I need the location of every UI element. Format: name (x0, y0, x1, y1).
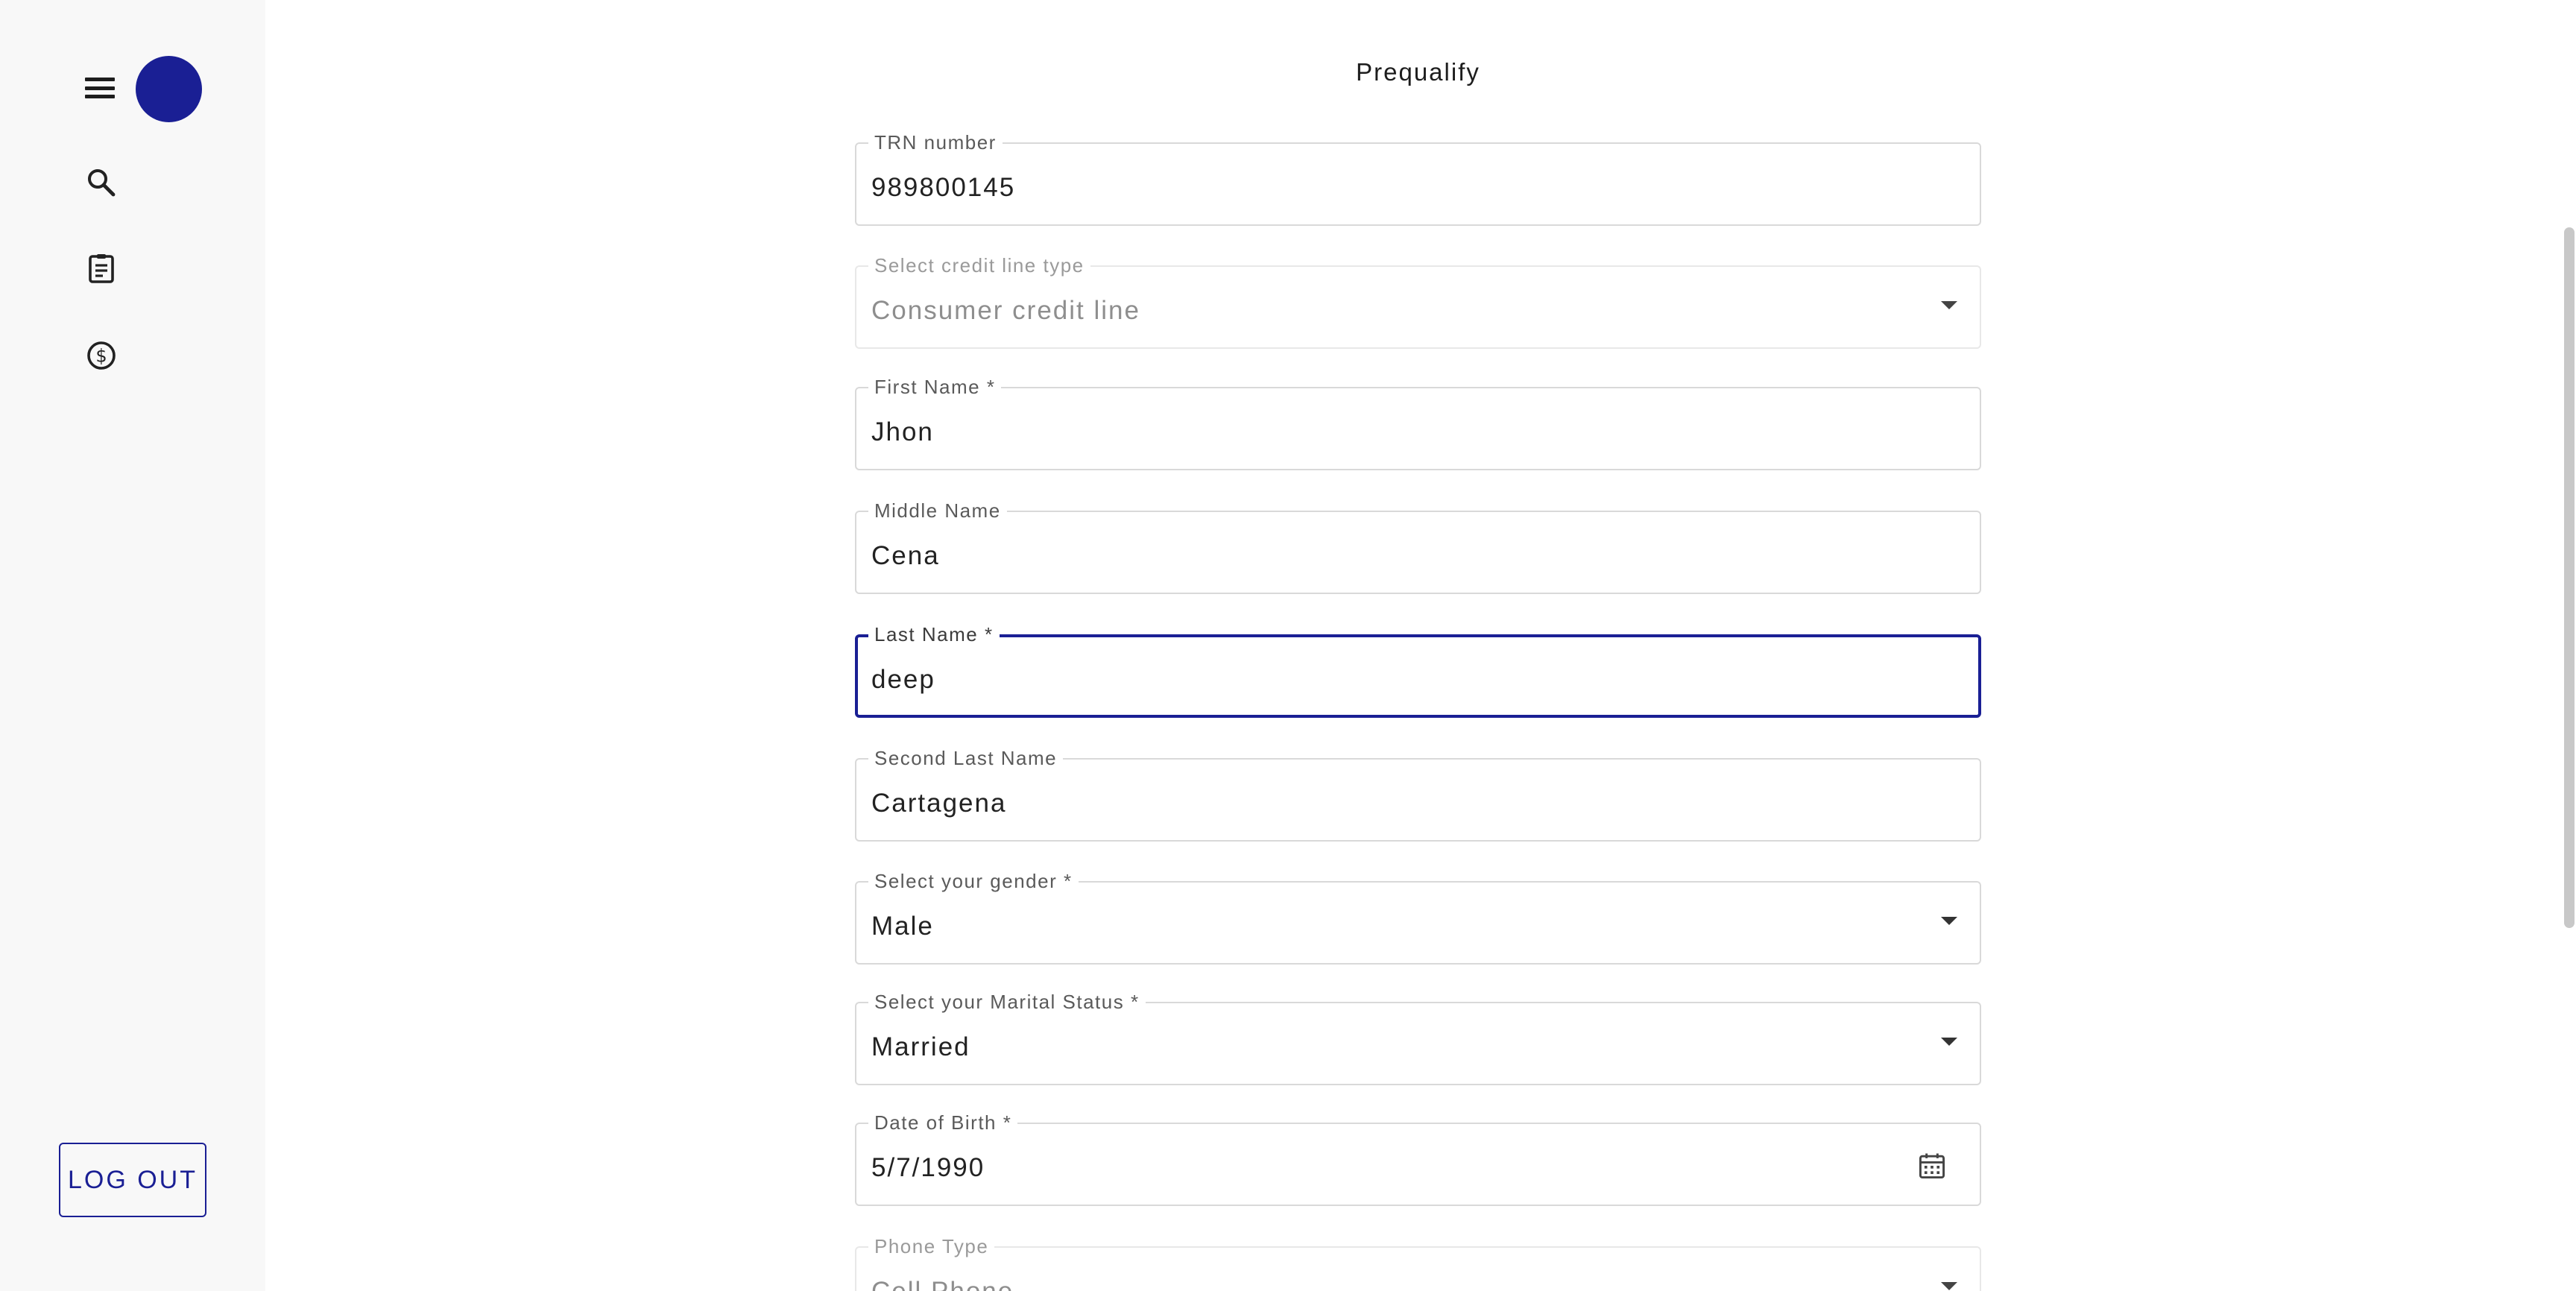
calendar-icon[interactable] (1916, 1149, 1948, 1182)
chevron-down-icon[interactable] (1941, 1038, 1957, 1046)
field-label: Select your Marital Status * (868, 991, 1146, 1013)
field-value[interactable]: deep (871, 664, 1911, 695)
date-of-birth-field[interactable]: Date of Birth * 5/7/1990 (855, 1111, 1981, 1206)
second-last-name-field[interactable]: Second Last Name Cartagena (855, 747, 1981, 842)
gender-select[interactable]: Select your gender * Male (855, 870, 1981, 965)
svg-text:$: $ (95, 346, 107, 367)
field-label: Select credit line type (868, 254, 1090, 277)
credit-line-type-select[interactable]: Select credit line type Consumer credit … (855, 254, 1981, 349)
field-label: Phone Type (868, 1235, 995, 1257)
middle-name-field[interactable]: Middle Name Cena (855, 499, 1981, 594)
field-value[interactable]: Cell Phone (871, 1276, 1913, 1291)
field-value[interactable]: Jhon (871, 417, 1913, 448)
phone-type-select[interactable]: Phone Type Cell Phone (855, 1235, 1981, 1291)
first-name-field[interactable]: First Name * Jhon (855, 376, 1981, 470)
scrollbar-thumb[interactable] (2564, 227, 2575, 928)
avatar[interactable] (136, 56, 202, 122)
field-value[interactable]: Consumer credit line (871, 295, 1913, 326)
field-label: Date of Birth * (868, 1111, 1018, 1134)
field-value[interactable]: 5/7/1990 (871, 1152, 1913, 1184)
field-label: TRN number (868, 131, 1003, 154)
field-value[interactable]: Married (871, 1032, 1913, 1063)
menu-icon[interactable] (82, 73, 118, 103)
scrollbar[interactable] (2563, 0, 2576, 1291)
marital-status-select[interactable]: Select your Marital Status * Married (855, 991, 1981, 1085)
chevron-down-icon[interactable] (1941, 1282, 1957, 1290)
page-title: Prequalify (1356, 58, 1480, 86)
logout-button[interactable]: LOG OUT (59, 1143, 206, 1217)
field-label: First Name * (868, 376, 1002, 398)
field-value[interactable]: 989800145 (871, 172, 1913, 203)
clipboard-icon[interactable] (83, 250, 119, 286)
dollar-icon[interactable]: $ (83, 338, 119, 373)
search-icon[interactable] (83, 165, 119, 201)
field-value[interactable]: Cartagena (871, 788, 1913, 819)
sidebar: $ LOG OUT (0, 0, 265, 1291)
chevron-down-icon[interactable] (1941, 917, 1957, 925)
field-value[interactable]: Male (871, 911, 1913, 942)
trn-number-field[interactable]: TRN number 989800145 (855, 131, 1981, 226)
last-name-field[interactable]: Last Name * deep (855, 623, 1981, 718)
field-label: Select your gender * (868, 870, 1079, 892)
field-label: Last Name * (868, 623, 1000, 646)
chevron-down-icon[interactable] (1941, 301, 1957, 309)
field-label: Middle Name (868, 499, 1007, 522)
field-value[interactable]: Cena (871, 540, 1913, 572)
field-label: Second Last Name (868, 747, 1064, 769)
